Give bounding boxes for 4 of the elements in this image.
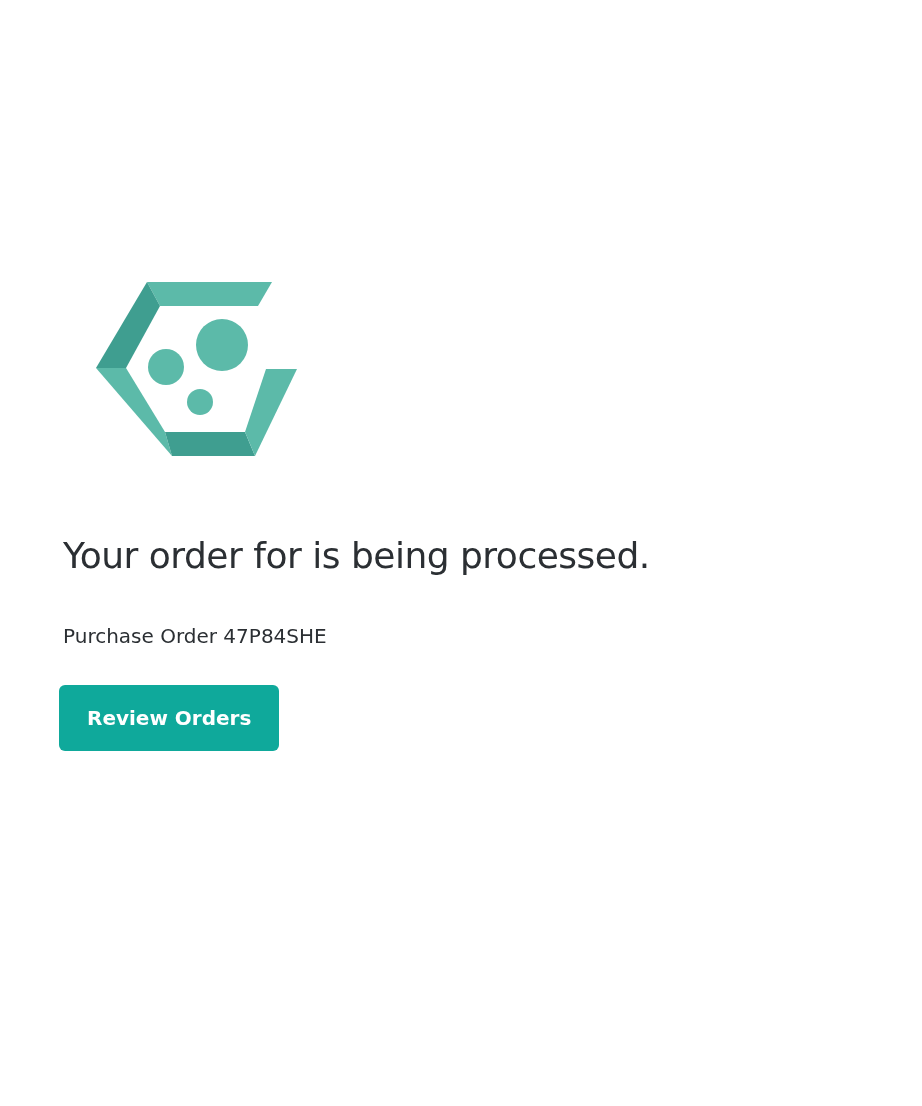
review-orders-button[interactable]: Review Orders [59,685,280,752]
logo-icon [94,280,299,458]
order-status-heading: Your order for is being processed. [63,534,651,578]
purchase-order-number: Purchase Order 47P84SHE [63,623,328,651]
